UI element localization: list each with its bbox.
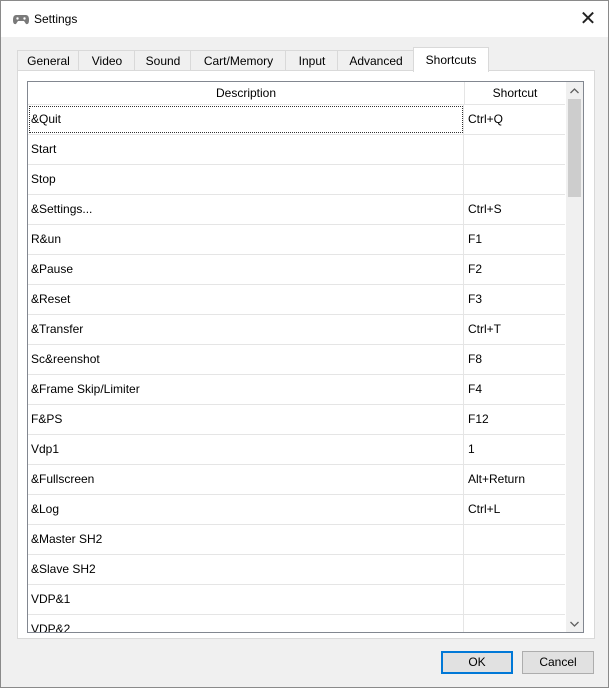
window-title: Settings — [34, 12, 78, 26]
ok-button[interactable]: OK — [441, 651, 513, 674]
shortcut-cell[interactable]: Ctrl+L — [468, 495, 564, 524]
table-row[interactable]: Start — [28, 135, 565, 165]
column-header-shortcut[interactable]: Shortcut — [465, 82, 565, 104]
table-row[interactable]: &Fullscreen Alt+Return — [28, 465, 565, 495]
shortcut-cell[interactable]: F2 — [468, 255, 564, 284]
shortcut-cell[interactable]: Ctrl+S — [468, 195, 564, 224]
table-row[interactable]: &Frame Skip/Limiter F4 — [28, 375, 565, 405]
table-row[interactable]: F&PS F12 — [28, 405, 565, 435]
description-cell[interactable]: &Transfer — [28, 315, 464, 344]
description-cell[interactable]: Start — [28, 135, 464, 164]
scrollbar-thumb[interactable] — [568, 99, 581, 197]
table-row[interactable]: Stop — [28, 165, 565, 195]
description-cell[interactable]: &Quit — [28, 105, 464, 134]
table-row[interactable]: &Settings... Ctrl+S — [28, 195, 565, 225]
shortcut-cell[interactable]: F12 — [468, 405, 564, 434]
close-icon: ✕ — [579, 8, 597, 30]
table-row[interactable]: VDP&2 — [28, 615, 565, 632]
description-cell[interactable]: &Log — [28, 495, 464, 524]
tab-general[interactable]: General — [17, 50, 80, 72]
close-button[interactable]: ✕ — [568, 1, 608, 37]
cancel-button[interactable]: Cancel — [522, 651, 594, 674]
description-cell[interactable]: R&un — [28, 225, 464, 254]
shortcut-cell[interactable]: Ctrl+T — [468, 315, 564, 344]
shortcuts-table: Description Shortcut &Quit Ctrl+Q Start S… — [27, 81, 584, 633]
title-bar[interactable]: Settings ✕ — [1, 1, 608, 37]
shortcuts-panel: Description Shortcut &Quit Ctrl+Q Start S… — [17, 70, 595, 639]
table-body: &Quit Ctrl+Q Start Stop &Settings... Ctrl+… — [28, 105, 565, 632]
shortcut-cell[interactable] — [468, 615, 564, 632]
tab-video[interactable]: Video — [78, 50, 136, 72]
shortcut-cell[interactable]: Alt+Return — [468, 465, 564, 494]
gamepad-icon — [13, 15, 29, 25]
description-cell[interactable]: &Reset — [28, 285, 464, 314]
table-row[interactable]: &Transfer Ctrl+T — [28, 315, 565, 345]
tab-cart-memory[interactable]: Cart/Memory — [190, 50, 287, 72]
description-cell[interactable]: &Fullscreen — [28, 465, 464, 494]
table-row[interactable]: R&un F1 — [28, 225, 565, 255]
description-cell[interactable]: Stop — [28, 165, 464, 194]
scroll-down-button[interactable] — [566, 615, 583, 632]
table-header: Description Shortcut — [28, 82, 565, 105]
description-cell[interactable]: &Master SH2 — [28, 525, 464, 554]
shortcut-cell[interactable] — [468, 585, 564, 614]
vertical-scrollbar[interactable] — [566, 82, 583, 632]
description-cell[interactable]: &Slave SH2 — [28, 555, 464, 584]
tab-shortcuts[interactable]: Shortcuts — [413, 47, 489, 72]
shortcut-cell[interactable]: F3 — [468, 285, 564, 314]
scroll-up-button[interactable] — [566, 82, 583, 99]
shortcut-cell[interactable] — [468, 525, 564, 554]
table-row[interactable]: &Pause F2 — [28, 255, 565, 285]
description-cell[interactable]: F&PS — [28, 405, 464, 434]
description-cell[interactable]: &Frame Skip/Limiter — [28, 375, 464, 404]
description-cell[interactable]: VDP&2 — [28, 615, 464, 632]
shortcut-cell[interactable] — [468, 555, 564, 584]
shortcut-cell[interactable]: F4 — [468, 375, 564, 404]
table-row[interactable]: &Slave SH2 — [28, 555, 565, 585]
shortcut-cell[interactable]: Ctrl+Q — [468, 105, 564, 134]
shortcut-cell[interactable] — [468, 165, 564, 194]
shortcut-cell[interactable]: 1 — [468, 435, 564, 464]
table-row[interactable]: &Reset F3 — [28, 285, 565, 315]
description-cell[interactable]: &Settings... — [28, 195, 464, 224]
table-row[interactable]: &Log Ctrl+L — [28, 495, 565, 525]
shortcut-cell[interactable]: F1 — [468, 225, 564, 254]
description-cell[interactable]: Sc&reenshot — [28, 345, 464, 374]
table-row[interactable]: Vdp1 1 — [28, 435, 565, 465]
table-row[interactable]: &Quit Ctrl+Q — [28, 105, 565, 135]
chevron-down-icon — [570, 621, 579, 627]
shortcut-cell[interactable] — [468, 135, 564, 164]
column-header-description[interactable]: Description — [28, 82, 465, 104]
tab-advanced[interactable]: Advanced — [337, 50, 415, 72]
tab-sound[interactable]: Sound — [134, 50, 192, 72]
settings-window: Settings ✕ General Video Sound Cart/Memo… — [0, 0, 609, 688]
description-cell[interactable]: VDP&1 — [28, 585, 464, 614]
shortcut-cell[interactable]: F8 — [468, 345, 564, 374]
chevron-up-icon — [570, 87, 579, 93]
description-cell[interactable]: &Pause — [28, 255, 464, 284]
tab-input[interactable]: Input — [285, 50, 339, 72]
table-row[interactable]: &Master SH2 — [28, 525, 565, 555]
table-row[interactable]: Sc&reenshot F8 — [28, 345, 565, 375]
description-cell[interactable]: Vdp1 — [28, 435, 464, 464]
table-row[interactable]: VDP&1 — [28, 585, 565, 615]
